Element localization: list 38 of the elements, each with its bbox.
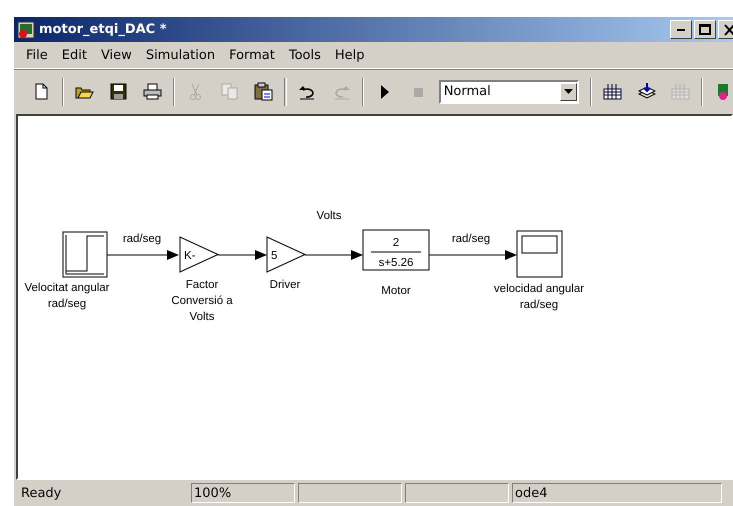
block-label: Factor Conversió a Volts [171, 279, 233, 323]
menu-item[interactable]: View [94, 48, 140, 62]
scope-block[interactable] [516, 230, 562, 278]
window-title: motor_etqi_DAC * [39, 22, 168, 37]
block-label: velocidad angular rad/seg [494, 283, 584, 311]
menu-item[interactable]: Help [328, 48, 373, 62]
close-icon [724, 24, 733, 36]
status-text: Ready [20, 484, 62, 502]
minimize-icon [677, 28, 685, 30]
zoom-level: 100% [191, 483, 295, 503]
signal-label: rad/seg [122, 233, 162, 245]
minimize-button[interactable] [670, 20, 692, 39]
block-label: Velocitat angular rad/seg [24, 282, 110, 310]
simulation-mode-dropdown[interactable]: Normal [438, 80, 579, 104]
block-label: Driver [270, 279, 300, 291]
app-icon [17, 20, 35, 38]
step-block[interactable] [62, 232, 108, 278]
maximize-icon [699, 24, 711, 35]
signal-arrow [218, 250, 267, 260]
grid-icon[interactable] [602, 82, 622, 101]
signal-arrow [304, 250, 363, 260]
menu-item[interactable]: Edit [56, 48, 95, 62]
clipboard-icon[interactable] [254, 82, 274, 101]
menu-item[interactable]: Simulation [140, 48, 224, 62]
block-label: Motor [381, 285, 411, 297]
maximize-button[interactable] [694, 20, 716, 39]
caret-icon [564, 88, 573, 94]
menu-item[interactable]: Format [223, 48, 283, 62]
solver-name: ode4 [512, 483, 722, 503]
gain-block[interactable]: K- [180, 236, 220, 273]
signal-label: rad/seg [452, 233, 490, 245]
signal-label: Volts [316, 210, 342, 222]
menu-item[interactable]: Tools [282, 48, 329, 62]
gain-block[interactable]: 5 [266, 236, 306, 273]
menu-item[interactable]: File [20, 48, 56, 62]
printer-icon[interactable] [143, 82, 162, 101]
stacked-layers-icon[interactable] [636, 82, 656, 101]
transfer-function-block[interactable]: 2 s+5.26 [362, 230, 430, 270]
